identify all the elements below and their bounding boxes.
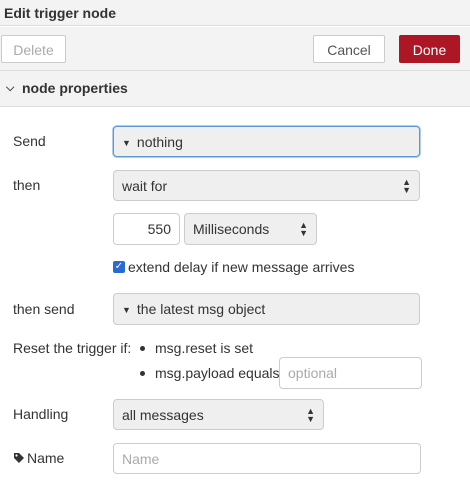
- reset-payload-input[interactable]: optional: [279, 357, 422, 389]
- reset-label: Reset the trigger if:: [13, 340, 132, 356]
- duration-unit-select[interactable]: Milliseconds ▲ ▼: [184, 213, 317, 245]
- extend-delay-label: extend delay if new message arrives: [128, 259, 355, 275]
- then-select[interactable]: wait for ▲ ▼: [113, 170, 420, 201]
- node-properties-header[interactable]: ⌵ node properties: [0, 71, 470, 107]
- send-select-value: nothing: [136, 134, 183, 150]
- dialog-title: Edit trigger node: [0, 0, 470, 26]
- caret-down-icon: ▼: [122, 305, 131, 315]
- bullet-icon: [140, 371, 145, 376]
- handling-label: Handling: [13, 406, 69, 422]
- dialog-toolbar: Delete Cancel Done: [0, 27, 470, 71]
- handling-select-value: all messages: [122, 407, 204, 423]
- reset-payload-placeholder: optional: [288, 365, 338, 381]
- chevron-down-icon: ⌵: [6, 82, 15, 94]
- done-button[interactable]: Done: [399, 35, 460, 63]
- send-label: Send: [13, 133, 46, 149]
- bullet-icon: [140, 346, 145, 351]
- duration-input[interactable]: 550: [113, 213, 180, 245]
- name-label-wrapper: Name: [13, 450, 64, 466]
- extend-delay-checkbox[interactable]: ✓: [113, 261, 125, 273]
- name-label: Name: [27, 450, 65, 466]
- reset-option-payload: msg.payload equals: [155, 365, 280, 381]
- caret-down-icon: ▼: [122, 138, 131, 148]
- tag-icon: [14, 453, 24, 463]
- select-arrows-icon: ▲ ▼: [402, 176, 411, 195]
- then-select-value: wait for: [122, 178, 168, 194]
- delete-button[interactable]: Delete: [1, 35, 66, 63]
- then-send-label: then send: [13, 301, 75, 317]
- cancel-button[interactable]: Cancel: [313, 35, 385, 63]
- then-label: then: [13, 177, 41, 193]
- duration-unit-value: Milliseconds: [193, 221, 270, 237]
- select-arrows-icon: ▲ ▼: [299, 220, 308, 238]
- then-send-value: the latest msg object: [136, 301, 266, 317]
- handling-select[interactable]: all messages ▲ ▼: [113, 399, 324, 430]
- select-arrows-icon: ▲ ▼: [306, 405, 315, 424]
- send-select[interactable]: ▼ nothing: [113, 126, 420, 157]
- name-input[interactable]: Name: [113, 443, 421, 474]
- reset-option-reset: msg.reset is set: [155, 340, 254, 356]
- section-title: node properties: [22, 80, 128, 96]
- name-placeholder: Name: [122, 451, 160, 467]
- then-send-select[interactable]: ▼ the latest msg object: [113, 293, 420, 325]
